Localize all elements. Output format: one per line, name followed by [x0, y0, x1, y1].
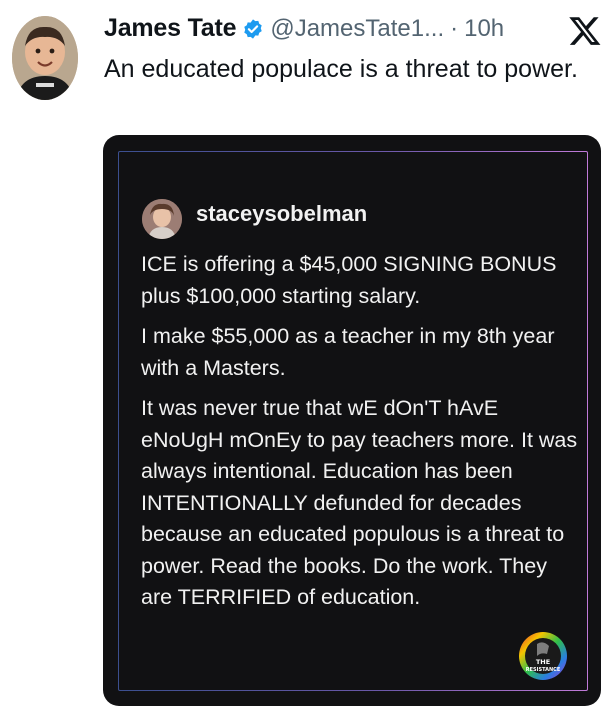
- svg-text:RESISTANCE: RESISTANCE: [526, 667, 561, 673]
- tweet-text: An educated populace is a threat to powe…: [104, 55, 578, 83]
- tweet-card: James Tate @JamesTate1... · 10h An educa…: [0, 0, 614, 720]
- embedded-post-body: ICE is offering a $45,000 SIGNING BONUS …: [141, 249, 581, 623]
- embedded-username: staceysobelman: [196, 201, 368, 226]
- resistance-logo-icon: THE RESISTANCE: [517, 630, 569, 682]
- author-name[interactable]: James Tate: [104, 14, 237, 43]
- author-handle[interactable]: @JamesTate1...: [270, 15, 444, 43]
- embedded-paragraph-2: I make $55,000 as a teacher in my 8th ye…: [141, 324, 555, 380]
- svg-text:THE: THE: [536, 658, 550, 666]
- author-avatar[interactable]: [12, 16, 78, 100]
- tweet-header: James Tate @JamesTate1... · 10h: [104, 14, 504, 43]
- embedded-paragraph-1: ICE is offering a $45,000 SIGNING BONUS …: [141, 252, 557, 308]
- embedded-image[interactable]: staceysobelman ICE is offering a $45,000…: [103, 135, 601, 706]
- x-logo-icon[interactable]: [568, 14, 602, 48]
- post-time[interactable]: 10h: [464, 15, 504, 43]
- embedded-paragraph-3: It was never true that wE dOn'T hAvE eNo…: [141, 396, 578, 609]
- avatar-image: [12, 16, 78, 100]
- verified-badge-icon: [242, 18, 264, 40]
- embedded-user-avatar: [142, 199, 182, 239]
- dot-separator: ·: [450, 14, 459, 42]
